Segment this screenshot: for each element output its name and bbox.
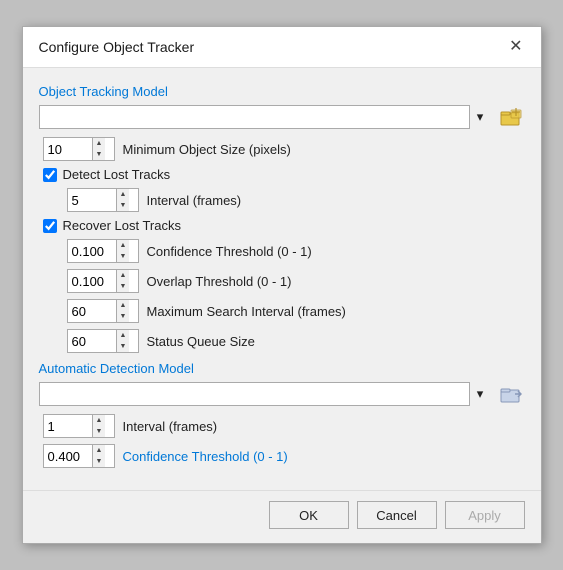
max-search-interval-arrows: ▲ ▼: [116, 300, 130, 322]
status-queue-arrows: ▲ ▼: [116, 330, 130, 352]
auto-interval-label: Interval (frames): [123, 419, 218, 434]
auto-detection-section: Automatic Detection Model ▾: [39, 361, 525, 406]
auto-confidence-row: ▲ ▼ Confidence Threshold (0 - 1): [43, 444, 525, 468]
dialog-content: Object Tracking Model ▾: [23, 68, 541, 484]
detect-interval-input[interactable]: [68, 189, 116, 211]
detect-interval-arrows: ▲ ▼: [116, 189, 130, 211]
confidence-threshold-label: Confidence Threshold (0 - 1): [147, 244, 312, 259]
tracking-model-row: ▾: [39, 105, 525, 129]
min-object-size-row: ▲ ▼ Minimum Object Size (pixels): [43, 137, 525, 161]
overlap-threshold-spinner[interactable]: ▲ ▼: [67, 269, 139, 293]
max-search-interval-row: ▲ ▼ Maximum Search Interval (frames): [67, 299, 525, 323]
confidence-threshold-arrows: ▲ ▼: [116, 240, 130, 262]
tracking-model-section: Object Tracking Model ▾: [39, 84, 525, 129]
recover-lost-tracks-row: Recover Lost Tracks: [43, 218, 525, 233]
overlap-threshold-input[interactable]: [68, 270, 116, 292]
dialog-title: Configure Object Tracker: [39, 39, 195, 55]
min-object-size-label: Minimum Object Size (pixels): [123, 142, 291, 157]
close-button[interactable]: ✕: [505, 37, 526, 57]
detect-interval-spinner[interactable]: ▲ ▼: [67, 188, 139, 212]
cancel-button[interactable]: Cancel: [357, 501, 437, 529]
auto-confidence-label: Confidence Threshold (0 - 1): [123, 449, 288, 464]
overlap-threshold-row: ▲ ▼ Overlap Threshold (0 - 1): [67, 269, 525, 293]
status-queue-up-arrow[interactable]: ▲: [117, 330, 130, 341]
overlap-threshold-down-arrow[interactable]: ▼: [117, 281, 130, 292]
auto-interval-arrows: ▲ ▼: [92, 415, 106, 437]
auto-confidence-arrows: ▲ ▼: [92, 445, 106, 467]
min-object-size-arrows: ▲ ▼: [92, 138, 106, 160]
auto-detection-label: Automatic Detection Model: [39, 361, 525, 376]
auto-detection-select[interactable]: [39, 382, 491, 406]
tracking-model-label: Object Tracking Model: [39, 84, 525, 99]
auto-interval-row: ▲ ▼ Interval (frames): [43, 414, 525, 438]
auto-detection-dropdown-wrap: ▾: [39, 382, 491, 406]
overlap-threshold-arrows: ▲ ▼: [116, 270, 130, 292]
confidence-threshold-up-arrow[interactable]: ▲: [117, 240, 130, 251]
status-queue-spinner[interactable]: ▲ ▼: [67, 329, 139, 353]
status-queue-down-arrow[interactable]: ▼: [117, 341, 130, 352]
tracking-model-folder-icon[interactable]: [497, 105, 525, 129]
max-search-interval-input[interactable]: [68, 300, 116, 322]
confidence-threshold-spinner[interactable]: ▲ ▼: [67, 239, 139, 263]
auto-detection-folder-icon[interactable]: [497, 382, 525, 406]
detect-lost-tracks-row: Detect Lost Tracks: [43, 167, 525, 182]
tracking-model-dropdown-wrap: ▾: [39, 105, 491, 129]
detect-lost-tracks-checkbox[interactable]: [43, 168, 57, 182]
configure-object-tracker-dialog: Configure Object Tracker ✕ Object Tracki…: [22, 26, 542, 544]
overlap-threshold-label: Overlap Threshold (0 - 1): [147, 274, 292, 289]
auto-confidence-input[interactable]: [44, 445, 92, 467]
max-search-interval-spinner[interactable]: ▲ ▼: [67, 299, 139, 323]
min-object-size-input[interactable]: [44, 138, 92, 160]
auto-confidence-spinner[interactable]: ▲ ▼: [43, 444, 115, 468]
auto-confidence-up-arrow[interactable]: ▲: [93, 445, 106, 456]
status-queue-label: Status Queue Size: [147, 334, 255, 349]
auto-confidence-down-arrow[interactable]: ▼: [93, 456, 106, 467]
detect-interval-down-arrow[interactable]: ▼: [117, 200, 130, 211]
recover-lost-tracks-label: Recover Lost Tracks: [63, 218, 182, 233]
auto-interval-input[interactable]: [44, 415, 92, 437]
confidence-threshold-row: ▲ ▼ Confidence Threshold (0 - 1): [67, 239, 525, 263]
detect-interval-row: ▲ ▼ Interval (frames): [67, 188, 525, 212]
detect-lost-tracks-label: Detect Lost Tracks: [63, 167, 171, 182]
max-search-interval-up-arrow[interactable]: ▲: [117, 300, 130, 311]
ok-button[interactable]: OK: [269, 501, 349, 529]
recover-lost-tracks-checkbox[interactable]: [43, 219, 57, 233]
apply-button[interactable]: Apply: [445, 501, 525, 529]
confidence-threshold-input[interactable]: [68, 240, 116, 262]
confidence-threshold-down-arrow[interactable]: ▼: [117, 251, 130, 262]
auto-detection-row: ▾: [39, 382, 525, 406]
min-object-size-down-arrow[interactable]: ▼: [93, 149, 106, 160]
auto-interval-down-arrow[interactable]: ▼: [93, 426, 106, 437]
min-object-size-spinner[interactable]: ▲ ▼: [43, 137, 115, 161]
overlap-threshold-up-arrow[interactable]: ▲: [117, 270, 130, 281]
auto-interval-spinner[interactable]: ▲ ▼: [43, 414, 115, 438]
detect-interval-up-arrow[interactable]: ▲: [117, 189, 130, 200]
max-search-interval-label: Maximum Search Interval (frames): [147, 304, 346, 319]
max-search-interval-down-arrow[interactable]: ▼: [117, 311, 130, 322]
dialog-footer: OK Cancel Apply: [23, 490, 541, 543]
status-queue-row: ▲ ▼ Status Queue Size: [67, 329, 525, 353]
title-bar: Configure Object Tracker ✕: [23, 27, 541, 68]
detect-interval-label: Interval (frames): [147, 193, 242, 208]
min-object-size-up-arrow[interactable]: ▲: [93, 138, 106, 149]
auto-interval-up-arrow[interactable]: ▲: [93, 415, 106, 426]
tracking-model-select[interactable]: [39, 105, 491, 129]
status-queue-input[interactable]: [68, 330, 116, 352]
